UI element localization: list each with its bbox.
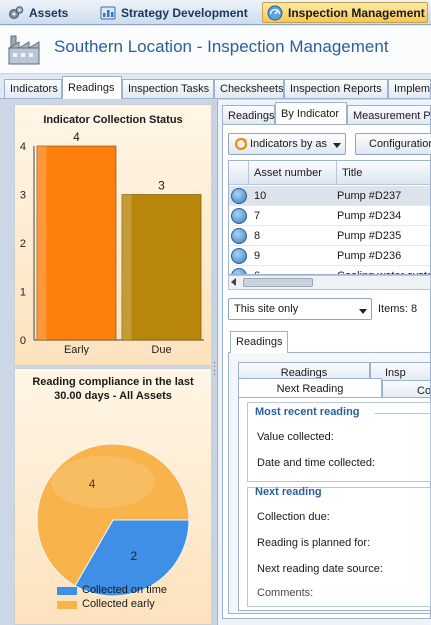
bar-data-label: 4 [73,130,80,144]
asset-number-cell: 8 [254,230,261,242]
comments-label: Comments: [257,587,314,599]
horizontal-scrollbar[interactable] [228,275,431,290]
planned-for-label: Reading is planned for: [257,537,371,549]
indicator-gauge-icon [231,188,247,204]
bar-highlight [121,194,132,340]
tab-by-indicator[interactable]: By Indicator [275,102,347,124]
next-reading-title: Next reading [255,486,322,498]
date-source-label: Next reading date source: [257,563,383,575]
refresh-icon [234,137,248,151]
view-dropdown[interactable]: Indicators by as [228,133,346,155]
view-dropdown-value: Indicators by as [250,138,328,150]
asset-number-cell: 10 [254,190,267,202]
pie-gloss [51,456,155,508]
table-row[interactable]: 9 Pump #D236 [229,246,430,266]
tab-checksheets[interactable]: Checksheets [214,79,284,98]
indicator-gauge-icon [231,228,247,244]
tab-next-reading[interactable]: Next Reading [238,378,382,397]
y-tick-label: 3 [20,190,26,202]
table-row[interactable]: 7 Pump #D234 [229,206,430,226]
configuration-button[interactable]: Configuration [355,133,431,155]
title-cell: Cooling water syste [337,266,430,274]
site-filter-value: This site only [234,303,299,315]
compliance-panel: Reading compliance in the last 30.00 day… [14,368,212,625]
module-tab-label: Assets [29,5,69,20]
date-collected-label: Date and time collected: [257,457,376,469]
tab-measurement-points[interactable]: Measurement Po [347,105,431,124]
strategy-icon [100,5,116,21]
table-row[interactable]: 6 Cooling water syste [229,266,430,274]
scroll-left-icon[interactable] [231,278,236,286]
module-tab-label: Strategy Development [121,5,248,20]
legend-swatch-on-time [57,587,77,595]
site-filter-dropdown[interactable]: This site only [228,298,372,320]
y-tick-label: 1 [20,287,26,299]
indicator-gauge-icon [231,208,247,224]
legend-swatch-early [57,601,77,609]
inspection-icon [267,5,283,21]
scroll-thumb[interactable] [243,278,313,287]
most-recent-reading-title: Most recent reading [255,406,360,418]
indicator-status-panel: Indicator Collection Status 0 1 2 3 4 4 Early 3… [14,104,212,366]
main-tab-bar: Indicators Readings Inspection Tasks Che… [0,76,431,99]
legend-label-on-time: Collected on time [82,584,167,596]
chevron-down-icon [359,306,367,318]
asset-number-cell: 6 [254,266,334,274]
legend-label-early: Collected early [82,598,155,610]
indicator-status-chart: 0 1 2 3 4 4 Early 3 Due [20,130,204,355]
module-tab-strategy-development[interactable]: Strategy Development [96,2,256,23]
bar-due [121,194,202,341]
x-tick-label: Due [151,344,171,355]
chart-subtitle: 30.00 days - All Assets [54,390,172,402]
value-collected-label: Value collected: [257,431,334,443]
page-header: Southern Location - Inspection Managemen… [0,26,431,74]
tab-inspection-reports[interactable]: Inspection Reports [284,79,388,98]
table-row[interactable]: 10 Pump #D237 [229,186,430,206]
title-cell: Pump #D237 [337,190,402,202]
pie-data-label: 2 [131,549,138,563]
splitter-grip-icon[interactable]: · · · · [213,358,216,379]
y-tick-label: 0 [20,335,26,347]
y-tick-label: 2 [20,238,26,250]
x-tick-label: Early [64,344,90,355]
bar-highlight [36,146,47,340]
bar-data-label: 3 [158,179,165,193]
gears-icon [8,5,24,21]
tab-inspection-tasks[interactable]: Inspection Tasks [122,79,214,98]
indicator-gauge-icon [231,268,247,274]
items-count: Items: 8 [378,303,418,315]
compliance-pie-chart: 24 [36,443,190,597]
y-tick-label: 4 [20,141,26,153]
collection-due-label: Collection due: [257,511,330,523]
module-tab-assets[interactable]: Assets [4,2,90,23]
page-title: Southern Location - Inspection Managemen… [54,37,389,56]
table-row[interactable]: 8 Pump #D235 [229,226,430,246]
chart-title: Reading compliance in the last [32,376,194,388]
bar-early [36,145,117,341]
tab-readings-detail[interactable]: Readings [230,331,288,353]
indicator-gauge-icon [231,248,247,264]
title-cell: Pump #D234 [337,210,402,222]
column-header-asset-number[interactable]: Asset number [254,163,336,183]
asset-number-cell: 7 [254,210,261,222]
tab-readings-list[interactable]: Readings [222,105,275,124]
module-tab-label: Inspection Management [288,5,425,20]
grid-header: Asset number Title [229,161,430,185]
column-header-title[interactable]: Title [342,163,430,183]
tab-readings[interactable]: Readings [62,76,122,99]
asset-number-cell: 9 [254,250,261,262]
title-cell: Pump #D236 [337,250,402,262]
title-cell: Pump #D235 [337,230,402,242]
module-tab-bar: Assets Strategy Development Inspection M… [0,0,431,25]
tab-implementation[interactable]: Impleme [388,79,431,98]
indicators-grid: Asset number Title 10 Pump #D237 7 Pump … [228,160,431,275]
tab-indicators[interactable]: Indicators [4,79,62,98]
chevron-down-icon [333,140,341,152]
module-tab-inspection-management[interactable]: Inspection Management [262,2,428,23]
factory-icon [7,34,41,69]
